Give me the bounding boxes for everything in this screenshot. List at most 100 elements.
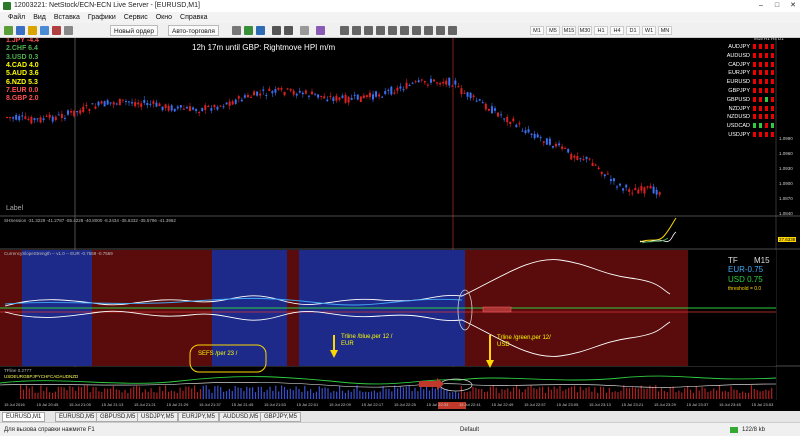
chart-tab[interactable]: EURUSD,M1 <box>2 412 46 422</box>
chart-tab[interactable]: EURJPY,M5 <box>178 412 219 422</box>
tfline-bar <box>428 390 431 399</box>
chart-tab[interactable]: EURUSD,M5 <box>55 412 99 422</box>
tfline-bar <box>600 386 602 399</box>
chart-tab[interactable]: GBPJPY,M5 <box>260 412 301 422</box>
candle-body <box>204 105 207 111</box>
candle-body <box>118 98 121 106</box>
new-chart-icon[interactable] <box>4 26 13 35</box>
time-label: 15 Jul 21:53 <box>264 402 286 407</box>
matrix-cell <box>752 113 757 121</box>
tfline-bar <box>353 388 355 399</box>
tfline-bar <box>666 392 668 399</box>
candle-body <box>652 186 655 194</box>
tfline-bar <box>637 388 639 399</box>
tfline-bar <box>382 386 384 399</box>
tester-icon[interactable] <box>64 26 73 35</box>
timeframe-h4[interactable]: H4 <box>610 26 624 35</box>
tfline-bar <box>185 386 187 399</box>
candle-body <box>533 134 536 139</box>
matrix-cell <box>764 113 769 121</box>
price-pane[interactable] <box>0 38 800 216</box>
tfline-bar <box>278 391 280 399</box>
chart-area[interactable]: 12h 17m until GBP: Rightmove HPI m/m Lab… <box>0 38 800 411</box>
candle-body <box>548 138 551 145</box>
candle-body <box>73 110 76 117</box>
candle-body <box>368 92 371 98</box>
chart-canvas[interactable] <box>0 38 800 411</box>
text-tool-icon[interactable] <box>424 26 433 35</box>
close-icon[interactable]: ✕ <box>786 0 800 12</box>
menu-item-6[interactable]: Справка <box>180 14 207 21</box>
tfline-bar <box>692 392 694 399</box>
label-tool-icon[interactable] <box>436 26 445 35</box>
candle-body <box>82 106 85 113</box>
tfline-bar <box>399 386 402 399</box>
cursor-icon[interactable] <box>340 26 349 35</box>
vertical-line-icon[interactable] <box>364 26 373 35</box>
navigator-icon[interactable] <box>40 26 49 35</box>
tfline-bar <box>617 392 619 399</box>
timeframe-mn[interactable]: MN <box>658 26 672 35</box>
tfline-bar <box>321 388 323 399</box>
tfline-bar <box>455 391 457 399</box>
timeframe-d1[interactable]: D1 <box>626 26 640 35</box>
css-indicator-label: CurrencySlopeStrength -- v1.0 -- EUR -0.… <box>4 251 113 256</box>
minimize-icon[interactable]: – <box>754 0 768 12</box>
zoom-in-icon[interactable] <box>272 26 281 35</box>
fibonacci-icon[interactable] <box>412 26 421 35</box>
timeframe-m5[interactable]: M5 <box>546 26 560 35</box>
chart-tab[interactable]: USDJPY,M5 <box>137 412 178 422</box>
menu-item-4[interactable]: Сервис <box>124 14 148 21</box>
maximize-icon[interactable]: □ <box>770 0 784 12</box>
candle-body <box>176 106 179 109</box>
candle-body <box>436 82 439 84</box>
crosshair-icon[interactable] <box>352 26 361 35</box>
line-chart-icon[interactable] <box>256 26 265 35</box>
timeframe-m15[interactable]: M15 <box>562 26 576 35</box>
new-order-button[interactable]: Новый ордер <box>110 25 158 36</box>
chart-tab[interactable]: GBPUSD,M5 <box>96 412 140 422</box>
menu-item-3[interactable]: Графики <box>88 14 116 21</box>
tfline-bar <box>275 385 277 399</box>
matrix-cell <box>758 104 763 112</box>
terminal-icon[interactable] <box>52 26 61 35</box>
tfline-bar <box>78 386 80 399</box>
timeframe-m1[interactable]: M1 <box>530 26 544 35</box>
horizontal-line-icon[interactable] <box>376 26 385 35</box>
market-watch-icon[interactable] <box>28 26 37 35</box>
menu-item-5[interactable]: Окно <box>156 14 172 21</box>
timeframe-m30[interactable]: M30 <box>578 26 592 35</box>
candle-body <box>115 103 118 105</box>
bar-chart-icon[interactable] <box>232 26 241 35</box>
tfline-bar <box>234 385 236 399</box>
currency-strength-item: 7.EUR 0.0 <box>6 86 39 94</box>
candle-chart-icon[interactable] <box>244 26 253 35</box>
menu-item-0[interactable]: Файл <box>8 14 25 21</box>
timeframe-h1[interactable]: H1 <box>594 26 608 35</box>
arrows-icon[interactable] <box>448 26 457 35</box>
channel-icon[interactable] <box>400 26 409 35</box>
candle-body <box>341 95 344 98</box>
matrix-cell <box>764 87 769 94</box>
menu-item-1[interactable]: Вид <box>33 14 46 21</box>
timeframe-w1[interactable]: W1 <box>642 26 656 35</box>
tfline-bar <box>347 390 349 399</box>
tfline-bar <box>109 388 112 399</box>
candle-body <box>375 91 378 97</box>
autotrade-button[interactable]: Авто-торговля <box>168 25 219 36</box>
time-label: 15 Jul 23:37 <box>686 402 709 407</box>
indicators-icon[interactable] <box>316 26 325 35</box>
candle-body <box>222 106 225 108</box>
tfline-bar <box>457 392 460 399</box>
candle-body <box>591 162 594 167</box>
candle-body <box>88 109 91 111</box>
candle-body <box>539 137 542 139</box>
chart-tab[interactable]: AUDUSD,M5 <box>219 412 263 422</box>
tile-windows-icon[interactable] <box>300 26 309 35</box>
candle-body <box>179 105 182 108</box>
menu-item-2[interactable]: Вставка <box>54 14 80 21</box>
zoom-out-icon[interactable] <box>284 26 293 35</box>
profiles-icon[interactable] <box>16 26 25 35</box>
trendline-icon[interactable] <box>388 26 397 35</box>
tfline-bar <box>469 391 471 399</box>
